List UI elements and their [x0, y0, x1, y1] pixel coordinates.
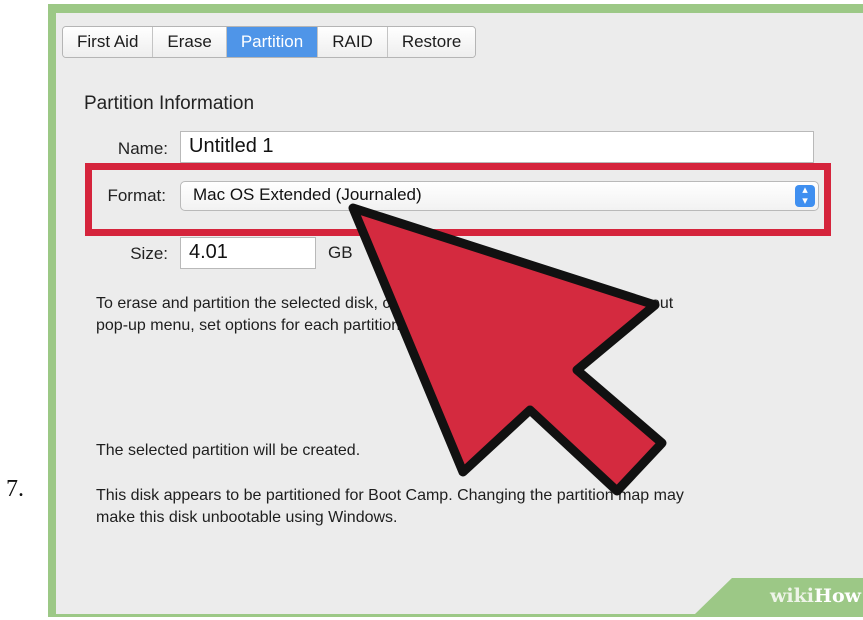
watermark-how: How — [814, 585, 861, 607]
instructions-text: To erase and partition the selected disk… — [96, 293, 673, 337]
tab-restore[interactable]: Restore — [387, 27, 476, 57]
format-select[interactable]: Mac OS Extended (Journaled) ▴ ▾ — [180, 181, 819, 211]
disk-utility-panel: First Aid Erase Partition RAID Restore P… — [56, 13, 863, 614]
name-label: Name: — [117, 139, 168, 158]
chevron-up-down-icon: ▴ ▾ — [795, 185, 815, 207]
size-unit: GB — [328, 243, 353, 262]
tab-erase[interactable]: Erase — [153, 27, 227, 57]
bootcamp-warning-line: make this disk unbootable using Windows. — [96, 509, 398, 526]
watermark-wiki: wiki — [770, 585, 815, 607]
partition-information-heading: Partition Information — [84, 93, 255, 114]
bootcamp-warning-text: This disk appears to be partitioned for … — [96, 485, 684, 529]
step-number: 7. — [6, 476, 24, 502]
instructions-line: pop-up menu, set options for each partit… — [96, 317, 519, 334]
tab-bar: First Aid Erase Partition RAID Restore — [62, 26, 477, 58]
partition-created-text: The selected partition will be created. — [96, 442, 361, 459]
wikihow-watermark: wikiHow — [695, 578, 863, 614]
tab-partition[interactable]: Partition — [226, 27, 319, 57]
tab-first-aid[interactable]: First Aid — [63, 27, 154, 57]
format-label: Format: — [107, 186, 166, 205]
format-selected-value: Mac OS Extended (Journaled) — [193, 185, 422, 204]
bootcamp-warning-line: This disk appears to be partitioned for … — [96, 487, 684, 504]
name-field[interactable]: Untitled 1 — [180, 131, 814, 163]
instructions-line: To erase and partition the selected disk… — [96, 295, 674, 312]
size-field[interactable]: 4.01 — [180, 237, 316, 269]
tab-raid[interactable]: RAID — [318, 27, 388, 57]
size-label: Size: — [130, 244, 168, 263]
